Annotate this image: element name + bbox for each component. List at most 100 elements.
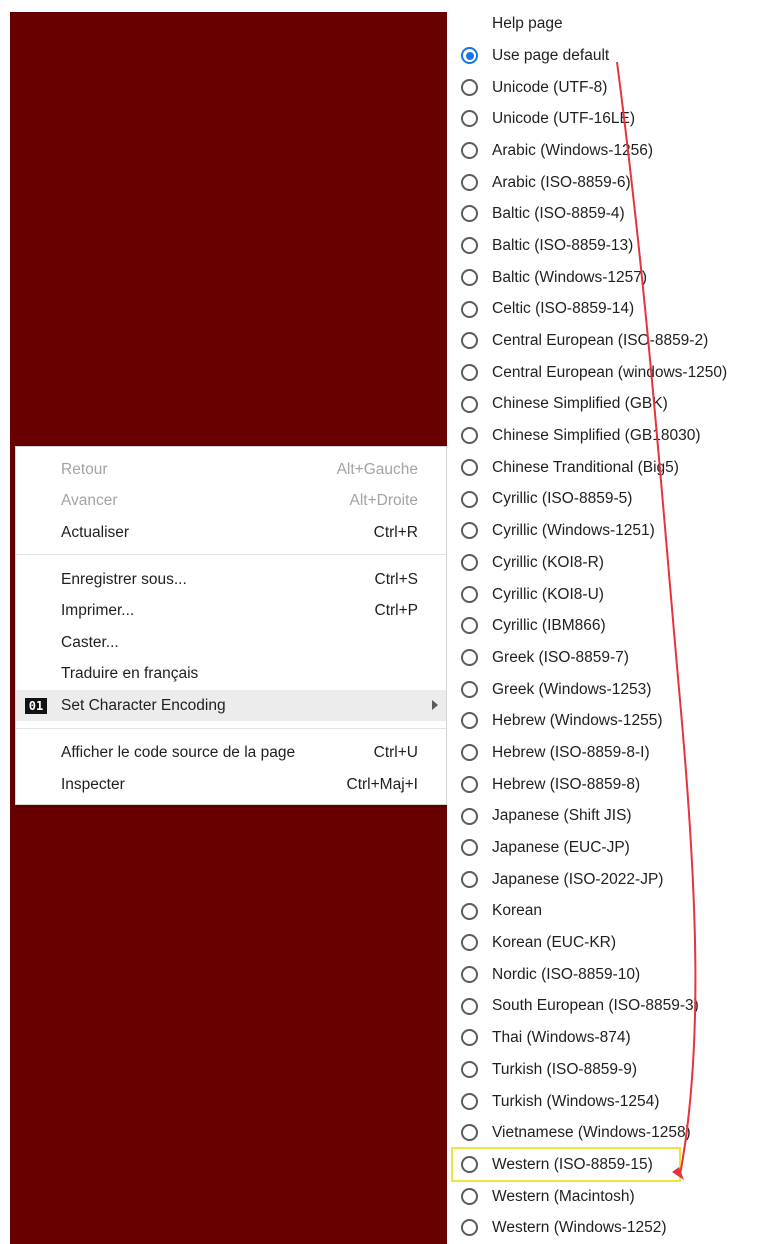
radio-unchecked-icon[interactable] — [461, 775, 478, 793]
encoding-option[interactable]: Baltic (ISO-8859-4) — [447, 198, 764, 230]
encoding-option[interactable]: Unicode (UTF-8) — [447, 72, 764, 104]
encoding-option[interactable]: Hebrew (ISO-8859-8-I) — [447, 737, 764, 769]
encoding-option-label: Arabic (Windows-1256) — [492, 141, 654, 159]
radio-unchecked-icon[interactable] — [461, 110, 478, 128]
encoding-option[interactable]: Cyrillic (ISO-8859-5) — [447, 484, 764, 516]
encoding-submenu: Help page Use page default Unicode (UTF-8… — [447, 0, 764, 1244]
radio-unchecked-icon[interactable] — [461, 680, 478, 698]
encoding-option[interactable]: Central European (windows-1250) — [447, 357, 764, 389]
encoding-option[interactable]: Hebrew (Windows-1255) — [447, 705, 764, 737]
encoding-option-label: Central European (ISO-8859-2) — [492, 332, 709, 350]
encoding-option[interactable]: Turkish (ISO-8859-9) — [447, 1054, 764, 1086]
encoding-option[interactable]: Japanese (Shift JIS) — [447, 801, 764, 833]
encoding-option[interactable]: Korean — [447, 896, 764, 928]
encoding-option[interactable]: South European (ISO-8859-3) — [447, 991, 764, 1023]
encoding-option[interactable]: Japanese (EUC-JP) — [447, 832, 764, 864]
radio-unchecked-icon[interactable] — [461, 997, 478, 1015]
encoding-option[interactable]: Chinese Simplified (GB18030) — [447, 420, 764, 452]
encoding-option[interactable]: Cyrillic (Windows-1251) — [447, 515, 764, 547]
encoding-option[interactable]: Western (Windows-1252) — [447, 1212, 764, 1244]
encoding-option-label: Japanese (Shift JIS) — [492, 807, 632, 825]
encoding-option[interactable]: Hebrew (ISO-8859-8) — [447, 769, 764, 801]
encoding-option-label: Greek (Windows-1253) — [492, 680, 652, 698]
menu-item-reload[interactable]: Actualiser Ctrl+R — [16, 517, 446, 548]
encoding-option[interactable]: Greek (ISO-8859-7) — [447, 642, 764, 674]
context-menu: Retour Alt+Gauche Avancer Alt+Droite Act… — [15, 446, 447, 805]
radio-unchecked-icon[interactable] — [461, 395, 478, 413]
radio-unchecked-icon[interactable] — [461, 268, 478, 286]
radio-unchecked-icon[interactable] — [461, 1061, 478, 1078]
radio-unchecked-icon[interactable] — [461, 965, 478, 983]
encoding-option[interactable]: Turkish (Windows-1254) — [447, 1086, 764, 1118]
radio-unchecked-icon[interactable] — [461, 617, 478, 635]
encoding-option[interactable]: Cyrillic (IBM866) — [447, 610, 764, 642]
menu-item-view-source[interactable]: Afficher le code source de la page Ctrl+… — [16, 737, 446, 768]
encoding-option-label: Baltic (ISO-8859-13) — [492, 236, 634, 254]
menu-item-set-character-encoding[interactable]: 01 Set Character Encoding — [16, 690, 446, 721]
radio-unchecked-icon[interactable] — [461, 300, 478, 318]
encoding-option[interactable]: Use page default — [447, 40, 764, 72]
encoding-option[interactable]: Japanese (ISO-2022-JP) — [447, 864, 764, 896]
encoding-option[interactable]: Baltic (ISO-8859-13) — [447, 230, 764, 262]
encoding-option[interactable]: Cyrillic (KOI8-U) — [447, 579, 764, 611]
menu-item-translate[interactable]: Traduire en français — [16, 658, 446, 689]
menu-item-label: Traduire en français — [61, 664, 199, 682]
radio-unchecked-icon[interactable] — [461, 902, 478, 920]
radio-unchecked-icon[interactable] — [461, 173, 478, 191]
encoding-option[interactable]: Baltic (Windows-1257) — [447, 262, 764, 294]
encoding-option[interactable]: Chinese Simplified (GBK) — [447, 389, 764, 421]
radio-unchecked-icon[interactable] — [461, 585, 478, 603]
radio-unchecked-icon[interactable] — [461, 744, 478, 762]
radio-unchecked-icon[interactable] — [461, 1092, 478, 1110]
encoding-option[interactable]: Cyrillic (KOI8-R) — [447, 547, 764, 579]
encoding-option[interactable]: Chinese Tranditional (Big5) — [447, 452, 764, 484]
radio-unchecked-icon[interactable] — [461, 427, 478, 445]
radio-unchecked-icon[interactable] — [461, 1029, 478, 1047]
menu-item-shortcut: Alt+Droite — [349, 491, 419, 509]
encoding-option-label: Cyrillic (ISO-8859-5) — [492, 490, 633, 508]
radio-unchecked-icon[interactable] — [461, 142, 478, 160]
encoding-option[interactable]: Nordic (ISO-8859-10) — [447, 959, 764, 991]
menu-item-forward[interactable]: Avancer Alt+Droite — [16, 485, 446, 516]
radio-unchecked-icon[interactable] — [461, 332, 478, 350]
encoding-option[interactable]: Arabic (Windows-1256) — [447, 135, 764, 167]
encoding-option[interactable]: Western (Macintosh) — [447, 1181, 764, 1213]
radio-unchecked-icon[interactable] — [461, 1156, 478, 1174]
encoding-option-label: Unicode (UTF-8) — [492, 78, 608, 96]
radio-unchecked-icon[interactable] — [461, 712, 478, 730]
radio-unchecked-icon[interactable] — [461, 934, 478, 952]
encoding-option[interactable]: Central European (ISO-8859-2) — [447, 325, 764, 357]
encoding-option[interactable]: Greek (Windows-1253) — [447, 674, 764, 706]
radio-unchecked-icon[interactable] — [461, 1187, 478, 1205]
radio-unchecked-icon[interactable] — [461, 363, 478, 381]
encoding-option[interactable]: Vietnamese (Windows-1258) — [447, 1117, 764, 1149]
radio-unchecked-icon[interactable] — [461, 490, 478, 508]
radio-unchecked-icon[interactable] — [461, 237, 478, 255]
radio-unchecked-icon[interactable] — [461, 1219, 478, 1237]
encoding-option[interactable]: Celtic (ISO-8859-14) — [447, 294, 764, 326]
encoding-option[interactable]: Unicode (UTF-16LE) — [447, 103, 764, 135]
radio-checked-icon[interactable] — [461, 47, 478, 64]
encoding-option[interactable]: Western (ISO-8859-15) — [447, 1149, 764, 1181]
encoding-option-label: Korean (EUC-KR) — [492, 934, 617, 952]
encoding-option-label: Nordic (ISO-8859-10) — [492, 965, 641, 983]
help-page-link[interactable]: Help page — [492, 15, 563, 33]
radio-unchecked-icon[interactable] — [461, 78, 478, 96]
menu-item-back[interactable]: Retour Alt+Gauche — [16, 454, 446, 485]
radio-unchecked-icon[interactable] — [461, 649, 478, 667]
radio-unchecked-icon[interactable] — [461, 205, 478, 223]
menu-item-print[interactable]: Imprimer... Ctrl+P — [16, 595, 446, 626]
menu-item-cast[interactable]: Caster... — [16, 627, 446, 658]
radio-unchecked-icon[interactable] — [461, 522, 478, 540]
encoding-option[interactable]: Thai (Windows-874) — [447, 1022, 764, 1054]
encoding-option[interactable]: Arabic (ISO-8859-6) — [447, 167, 764, 199]
radio-unchecked-icon[interactable] — [461, 1124, 478, 1142]
radio-unchecked-icon[interactable] — [461, 554, 478, 571]
menu-item-inspect[interactable]: Inspecter Ctrl+Maj+I — [16, 769, 446, 800]
radio-unchecked-icon[interactable] — [461, 839, 478, 857]
radio-unchecked-icon[interactable] — [461, 458, 478, 476]
encoding-option[interactable]: Korean (EUC-KR) — [447, 927, 764, 959]
radio-unchecked-icon[interactable] — [461, 870, 478, 888]
radio-unchecked-icon[interactable] — [461, 807, 478, 825]
menu-item-save-as[interactable]: Enregistrer sous... Ctrl+S — [16, 564, 446, 595]
